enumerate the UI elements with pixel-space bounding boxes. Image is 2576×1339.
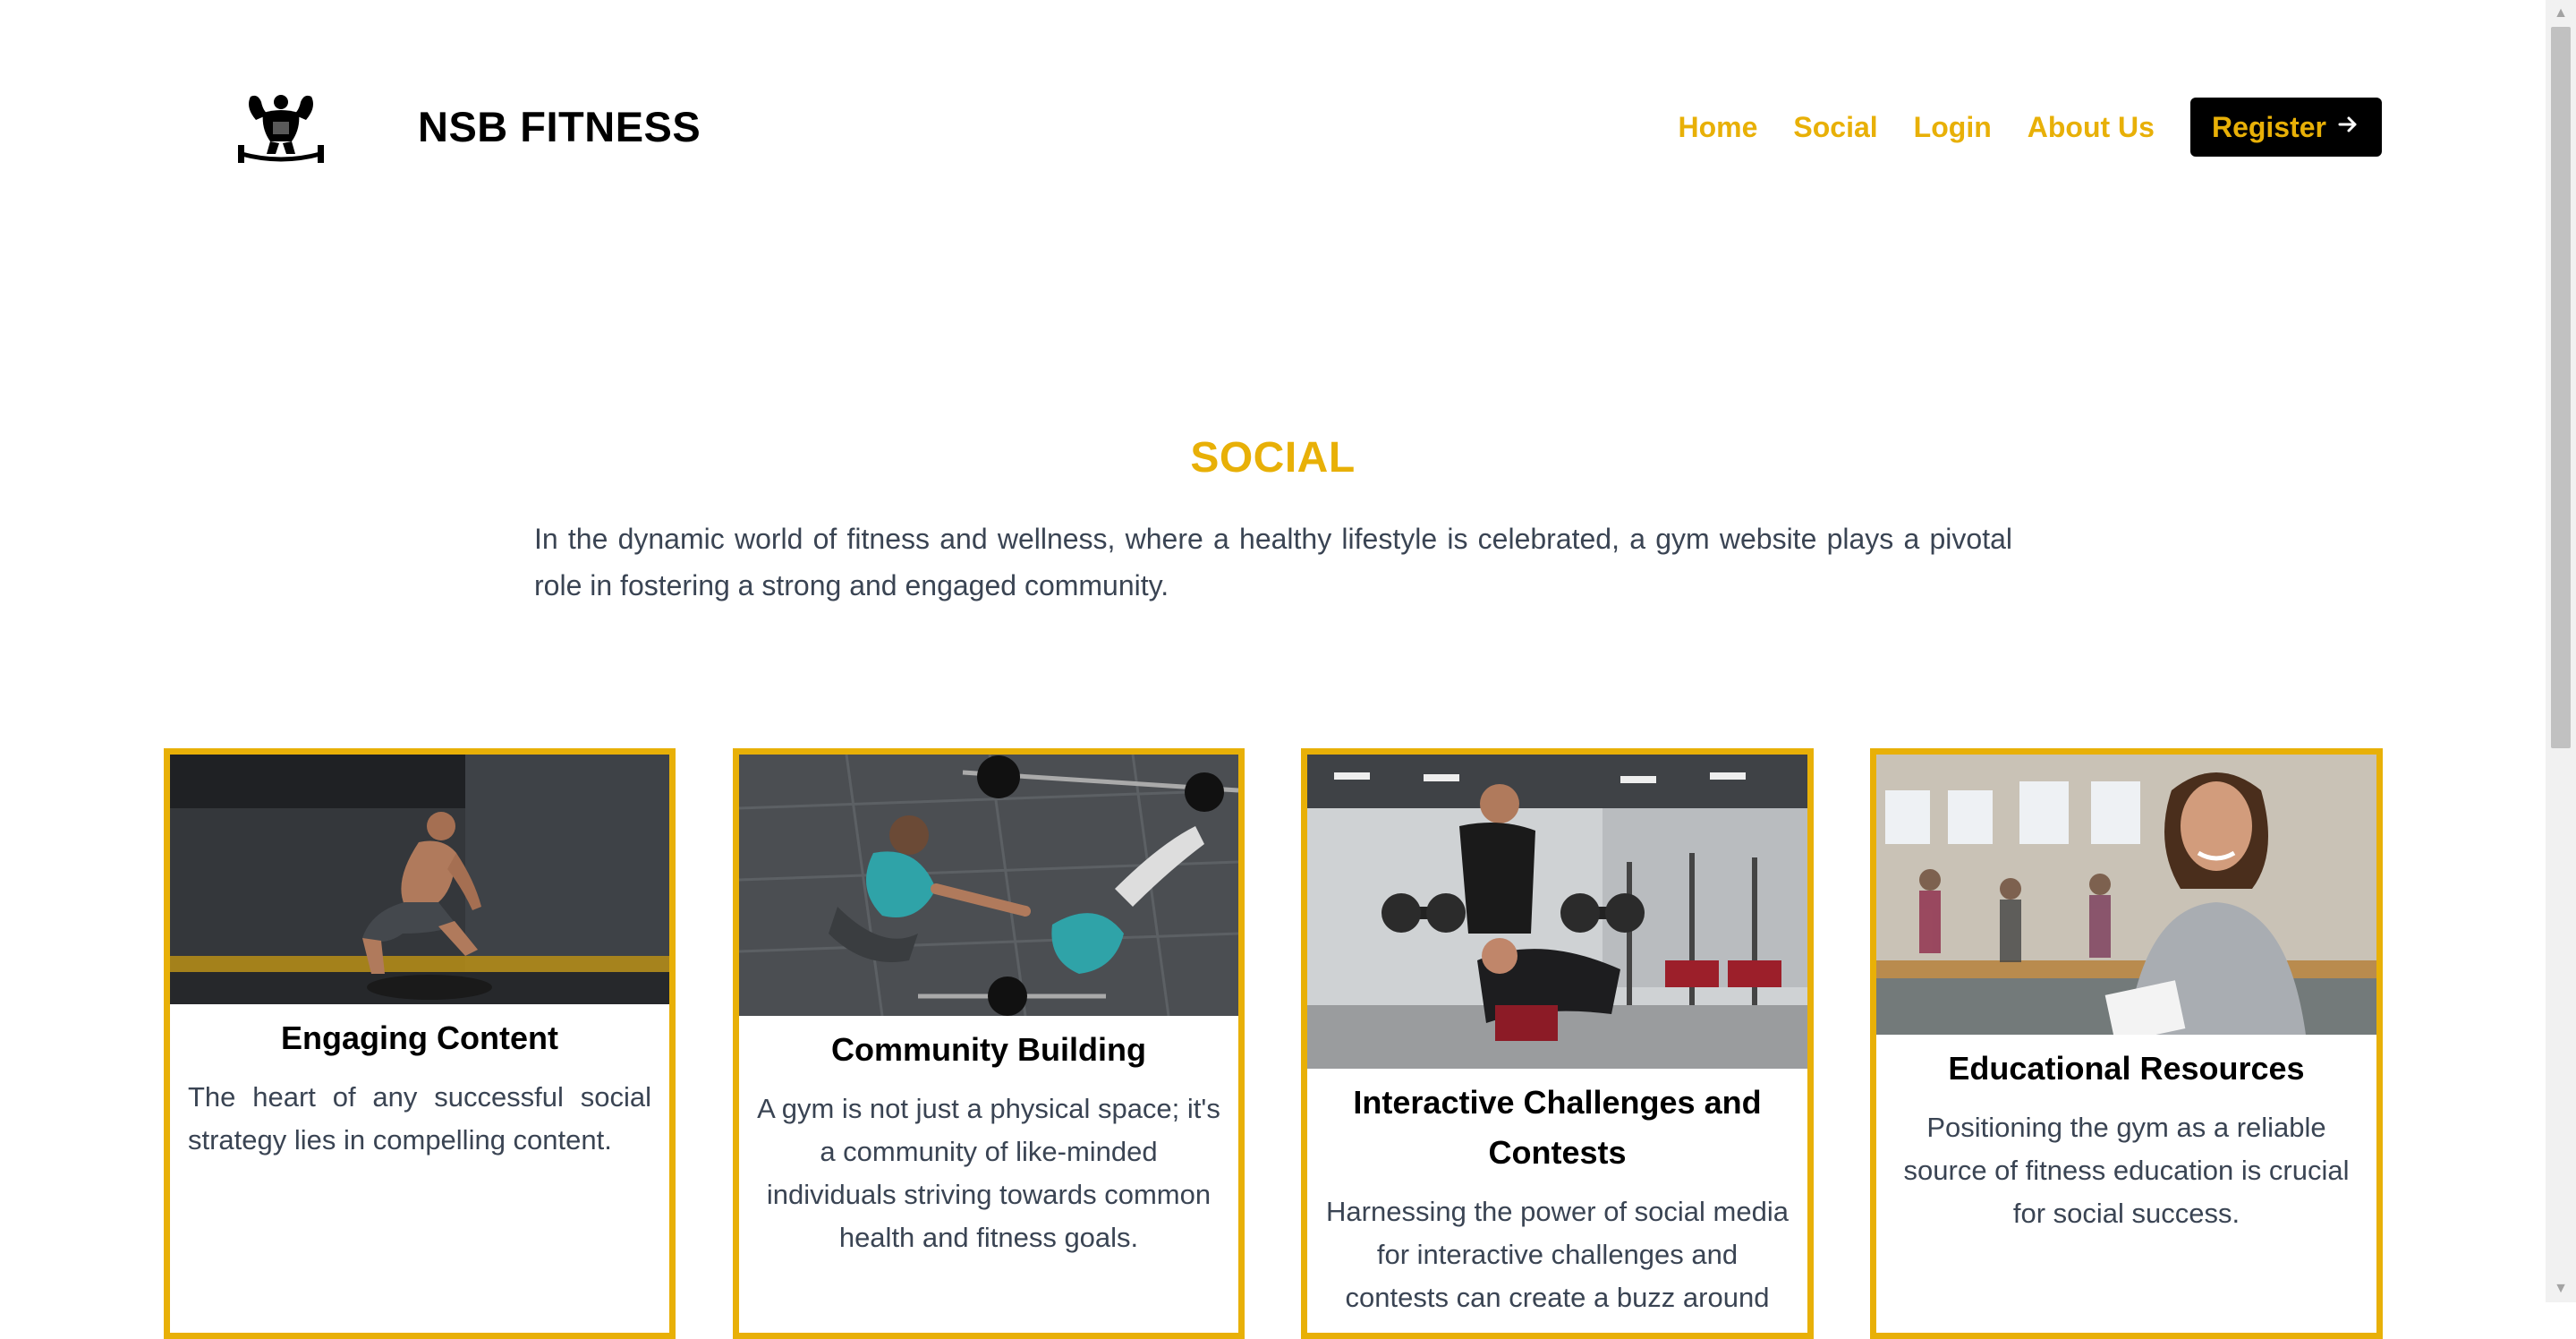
nav-social-link[interactable]: Social: [1793, 111, 1877, 144]
card-title: Educational Resources: [1948, 1050, 2305, 1087]
brand-name[interactable]: NSB FITNESS: [418, 102, 701, 151]
nav-about-link[interactable]: About Us: [2028, 111, 2155, 144]
card-text: The heart of any successful social strat…: [188, 1081, 651, 1156]
card-text: Harnessing the power of social media for…: [1326, 1196, 1789, 1313]
arrow-right-icon: [2337, 114, 2359, 141]
card-text: Positioning the gym as a reliable source…: [1903, 1112, 2350, 1229]
card-title: Interactive Challenges and Contests: [1353, 1084, 1762, 1171]
register-label: Register: [2211, 110, 2326, 143]
scroll-up-arrow-icon[interactable]: ▲: [2546, 0, 2576, 27]
card-interactive-challenges: Interactive Challenges and Contests Harn…: [1301, 748, 1814, 1339]
register-button[interactable]: Register: [2189, 98, 2382, 157]
section-title: SOCIAL: [1190, 434, 1356, 482]
smiling-coach-with-clipboard-photo: [1876, 755, 2376, 1035]
card-community-building: Community Building A gym is not just a p…: [733, 748, 1245, 1339]
card-engaging-content: Engaging Content The heart of any succes…: [164, 748, 676, 1339]
card-text: A gym is not just a physical space; it's…: [757, 1093, 1220, 1253]
main-nav: Home Social Login About Us Register: [1679, 97, 2382, 158]
athlete-box-jump-photo: [170, 755, 669, 1004]
scrollbar-thumb[interactable]: [2551, 27, 2571, 748]
card-title: Community Building: [831, 1031, 1146, 1068]
section-intro: In the dynamic world of fitness and well…: [534, 523, 2012, 601]
page-scrollbar[interactable]: ▲ ▼: [2546, 0, 2576, 1302]
scroll-down-arrow-icon[interactable]: ▼: [2546, 1275, 2576, 1302]
bodybuilder-logo-icon[interactable]: [236, 90, 326, 166]
card-title: Engaging Content: [281, 1019, 558, 1056]
trainer-spotting-dumbbell-press-photo: [1307, 755, 1807, 1069]
partners-fist-bump-photo: [739, 755, 1238, 1016]
nav-login-link[interactable]: Login: [1914, 111, 1992, 144]
card-educational-resources: Educational Resources Positioning the gy…: [1870, 748, 2383, 1339]
nav-home-link[interactable]: Home: [1679, 111, 1758, 144]
